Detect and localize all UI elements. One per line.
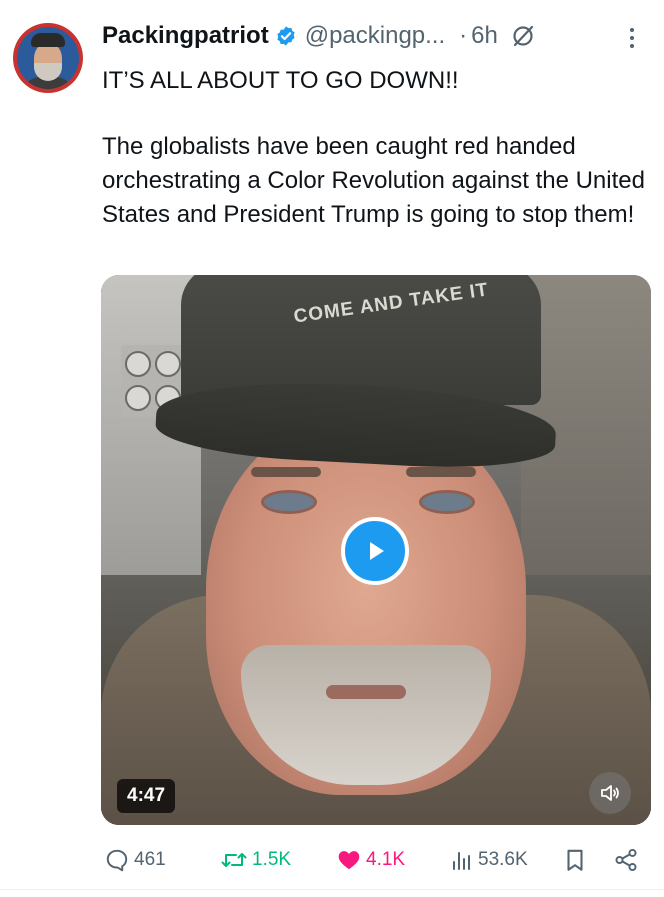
avatar-image <box>17 27 79 89</box>
more-icon[interactable] <box>626 25 638 56</box>
post-text-line: The globalists have been caught red hand… <box>102 133 645 228</box>
divider <box>0 889 664 890</box>
repost-count: 1.5K <box>252 849 292 870</box>
repost-button[interactable]: 1.5K <box>220 840 291 880</box>
bookmark-icon <box>567 849 583 871</box>
reply-count: 461 <box>134 849 166 870</box>
video-brow <box>406 467 476 477</box>
time-separator: · <box>459 22 468 49</box>
views-icon <box>453 852 470 870</box>
video-eye <box>419 490 475 514</box>
verified-badge-icon <box>275 25 297 47</box>
post-text: IT’S ALL ABOUT TO GO DOWN!! The globalis… <box>102 64 647 232</box>
play-button[interactable] <box>341 517 409 585</box>
avatar[interactable] <box>13 23 83 93</box>
post-header: Packingpatriot @packingp... · 6h <box>102 16 647 56</box>
avatar-hat <box>31 33 65 47</box>
video-eye <box>261 490 317 514</box>
mute-button[interactable] <box>589 772 631 814</box>
play-icon <box>370 542 384 560</box>
post-text-line: IT’S ALL ABOUT TO GO DOWN!! <box>102 67 459 94</box>
repost-icon <box>221 853 247 867</box>
author-handle[interactable]: @packingp... <box>305 22 445 50</box>
reply-button[interactable]: 461 <box>104 840 166 880</box>
video-mouth <box>326 685 406 699</box>
share-button[interactable] <box>612 840 644 880</box>
action-bar: 461 1.5K 4.1K 53.6K <box>0 840 664 880</box>
video-brow <box>251 467 321 477</box>
bookmark-button[interactable] <box>562 840 592 880</box>
cap-text: COME AND TAKE IT <box>292 279 490 328</box>
post-time[interactable]: 6h <box>471 22 498 50</box>
views-button[interactable]: 53.6K <box>450 840 528 880</box>
video-player[interactable]: COME AND TAKE IT 4:47 <box>101 275 651 825</box>
reply-icon <box>106 849 128 872</box>
share-icon <box>615 848 637 872</box>
mute-icon <box>601 785 619 801</box>
views-count: 53.6K <box>478 849 528 870</box>
video-duration: 4:47 <box>117 779 176 813</box>
grok-icon[interactable] <box>510 23 536 49</box>
like-icon <box>338 851 360 870</box>
author-name[interactable]: Packingpatriot <box>102 22 269 50</box>
like-count: 4.1K <box>366 849 406 870</box>
like-button[interactable]: 4.1K <box>336 840 405 880</box>
